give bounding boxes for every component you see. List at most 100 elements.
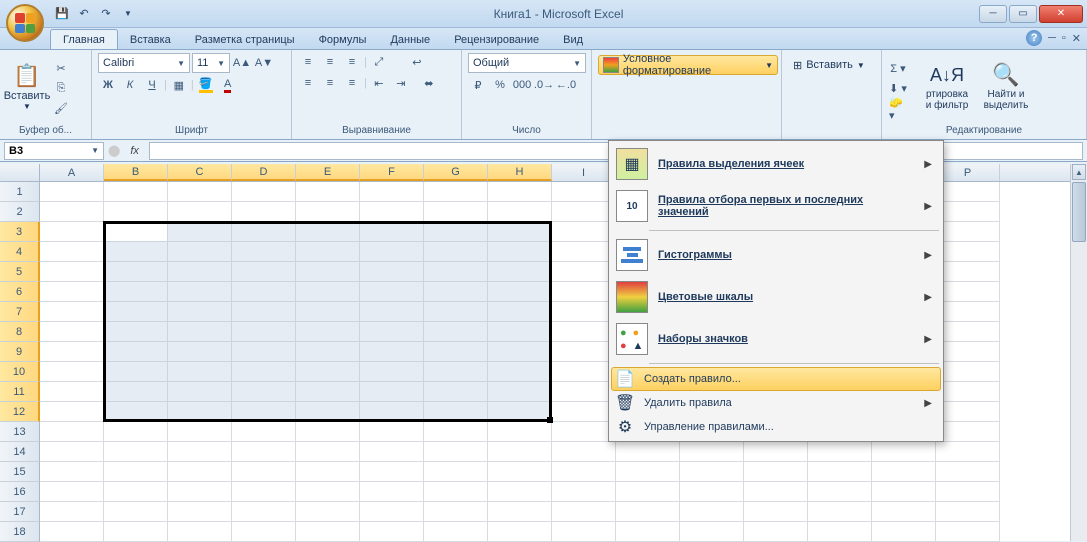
cell[interactable] (360, 302, 424, 322)
cell[interactable] (168, 522, 232, 542)
cell[interactable] (296, 522, 360, 542)
cell[interactable] (40, 202, 104, 222)
cell[interactable] (872, 462, 936, 482)
column-header[interactable]: A (40, 164, 104, 181)
row-header[interactable]: 18 (0, 522, 40, 542)
minimize-button[interactable]: ─ (979, 5, 1007, 23)
autosum-button[interactable]: Σ ▾ (888, 60, 908, 78)
cell[interactable] (424, 222, 488, 242)
find-select-button[interactable]: 🔍 Найти и выделить (978, 53, 1034, 119)
column-header[interactable]: H (488, 164, 552, 181)
cell[interactable] (488, 462, 552, 482)
cell[interactable] (232, 382, 296, 402)
cell[interactable] (296, 502, 360, 522)
cell[interactable] (168, 482, 232, 502)
cell[interactable] (40, 522, 104, 542)
currency-button[interactable]: ₽ (468, 76, 488, 94)
cell[interactable] (232, 202, 296, 222)
underline-button[interactable]: Ч (142, 76, 162, 94)
cell[interactable] (552, 182, 616, 202)
column-header[interactable]: B (104, 164, 168, 181)
increase-decimal[interactable]: .0→ (534, 76, 554, 94)
align-top[interactable]: ≡ (298, 53, 318, 71)
cell[interactable] (360, 182, 424, 202)
menu-clear-rules[interactable]: 🗑 Удалить правила ▶ (611, 391, 941, 415)
cell[interactable] (552, 502, 616, 522)
row-header[interactable]: 15 (0, 462, 40, 482)
grow-font-button[interactable]: A▲ (232, 54, 252, 72)
cell[interactable] (744, 442, 808, 462)
cell[interactable] (872, 482, 936, 502)
row-header[interactable]: 14 (0, 442, 40, 462)
cell[interactable] (936, 402, 1000, 422)
percent-button[interactable]: % (490, 76, 510, 94)
cell[interactable] (360, 502, 424, 522)
scroll-up-arrow[interactable]: ▲ (1072, 164, 1086, 180)
cell[interactable] (296, 342, 360, 362)
row-header[interactable]: 9 (0, 342, 40, 362)
align-center[interactable]: ≡ (320, 74, 340, 92)
undo-button[interactable]: ↶ (74, 4, 94, 24)
cell[interactable] (296, 462, 360, 482)
cell[interactable] (552, 382, 616, 402)
align-bottom[interactable]: ≡ (342, 53, 362, 71)
row-header[interactable]: 16 (0, 482, 40, 502)
menu-data-bars[interactable]: Гистограммы ▶ (611, 234, 941, 276)
cell[interactable] (232, 502, 296, 522)
cell[interactable] (104, 262, 168, 282)
tab-review[interactable]: Рецензирование (442, 30, 551, 49)
name-box[interactable]: B3 ▼ (4, 142, 104, 160)
cell[interactable] (680, 442, 744, 462)
sort-filter-button[interactable]: А↓Я ртировка и фильтр (919, 53, 975, 119)
menu-new-rule[interactable]: 📄 Создать правило... (611, 367, 941, 391)
cell[interactable] (40, 442, 104, 462)
decrease-decimal[interactable]: ←.0 (556, 76, 576, 94)
cell[interactable] (168, 442, 232, 462)
cell[interactable] (296, 282, 360, 302)
tab-home[interactable]: Главная (50, 29, 118, 49)
cell[interactable] (936, 362, 1000, 382)
cell[interactable] (552, 422, 616, 442)
row-header[interactable]: 1 (0, 182, 40, 202)
cell[interactable] (360, 222, 424, 242)
cell[interactable] (40, 262, 104, 282)
align-right[interactable]: ≡ (342, 74, 362, 92)
cell[interactable] (168, 462, 232, 482)
cell[interactable] (104, 482, 168, 502)
cell[interactable] (40, 222, 104, 242)
conditional-formatting-button[interactable]: Условное форматирование ▼ (598, 55, 778, 75)
cell[interactable] (40, 502, 104, 522)
cut-button[interactable]: ✂ (51, 60, 71, 78)
italic-button[interactable]: К (120, 76, 140, 94)
cell[interactable] (296, 442, 360, 462)
cell[interactable] (360, 522, 424, 542)
cell[interactable] (296, 242, 360, 262)
cell[interactable] (360, 282, 424, 302)
cell[interactable] (104, 382, 168, 402)
cell[interactable] (424, 282, 488, 302)
cell[interactable] (40, 342, 104, 362)
cell[interactable] (424, 322, 488, 342)
cell[interactable] (808, 442, 872, 462)
cell[interactable] (232, 342, 296, 362)
cell[interactable] (104, 202, 168, 222)
cell[interactable] (936, 182, 1000, 202)
cell[interactable] (232, 282, 296, 302)
cell[interactable] (168, 302, 232, 322)
cell[interactable] (360, 442, 424, 462)
cell[interactable] (168, 282, 232, 302)
cell[interactable] (552, 522, 616, 542)
cell[interactable] (168, 322, 232, 342)
cell[interactable] (552, 242, 616, 262)
cell[interactable] (296, 182, 360, 202)
cell[interactable] (744, 502, 808, 522)
increase-indent[interactable]: ⇥ (391, 74, 411, 92)
menu-highlight-rules[interactable]: ▦ Правила выделения ячеек ▶ (611, 143, 941, 185)
doc-close[interactable]: ✕ (1072, 32, 1081, 45)
cell[interactable] (488, 382, 552, 402)
cell[interactable] (40, 282, 104, 302)
cell[interactable] (40, 422, 104, 442)
merge-button[interactable]: ⬌ (413, 74, 445, 92)
cell[interactable] (552, 282, 616, 302)
qat-customize[interactable]: ▼ (118, 4, 138, 24)
